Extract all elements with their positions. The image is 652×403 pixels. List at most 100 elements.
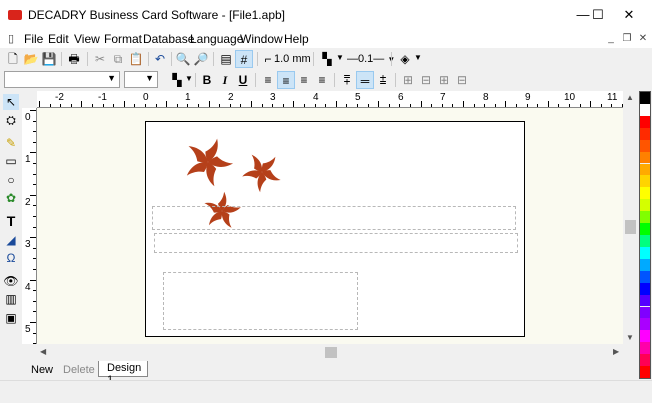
- color-swatch[interactable]: [640, 127, 650, 140]
- fill-dropdown-icon[interactable]: ▼: [414, 53, 422, 62]
- mdi-close-button[interactable]: ✕: [636, 32, 650, 46]
- valign-top-icon[interactable]: ⩱: [338, 71, 356, 89]
- zoom-out-icon[interactable]: 🔎: [192, 50, 210, 68]
- font-size-select[interactable]: ▼: [124, 71, 158, 88]
- color-swatch[interactable]: [640, 282, 650, 295]
- color-swatch[interactable]: [640, 175, 650, 188]
- color-swatch[interactable]: [640, 139, 650, 152]
- undo-icon[interactable]: ↶: [151, 50, 169, 68]
- italic-icon[interactable]: I: [216, 71, 234, 89]
- underline-icon[interactable]: U: [234, 71, 252, 89]
- menu-format[interactable]: Format: [104, 32, 142, 46]
- color-swatch[interactable]: [640, 246, 650, 259]
- color-swatch[interactable]: [640, 115, 650, 128]
- mdi-minimize-button[interactable]: _: [604, 32, 618, 46]
- flower-graphic-1[interactable]: [184, 138, 234, 187]
- open-folder-icon[interactable]: 📂: [22, 50, 40, 68]
- paste-icon[interactable]: 📋: [127, 50, 145, 68]
- align-center-icon[interactable]: ≡: [277, 71, 295, 89]
- color-swatch[interactable]: [640, 187, 650, 200]
- color-swatch[interactable]: [640, 163, 650, 176]
- menu-edit[interactable]: Edit: [48, 32, 69, 46]
- rotate-270-icon[interactable]: ⊟: [453, 71, 471, 89]
- eye-icon[interactable]: 👁: [3, 273, 19, 289]
- rectangle-icon[interactable]: ▭: [3, 153, 19, 169]
- text-frame[interactable]: [154, 233, 518, 253]
- text-frame[interactable]: [163, 272, 358, 330]
- font-family-select[interactable]: ▼: [4, 71, 120, 88]
- grid-icon[interactable]: #: [235, 50, 253, 68]
- color-swatch[interactable]: [640, 211, 650, 224]
- save-icon[interactable]: 💾: [40, 50, 58, 68]
- close-button[interactable]: ✕: [606, 0, 652, 30]
- valign-bottom-icon[interactable]: ⩲: [374, 71, 392, 89]
- menu-help[interactable]: Help: [284, 32, 309, 46]
- scroll-left-icon[interactable]: ◀: [40, 347, 46, 356]
- color-swatch[interactable]: [640, 151, 650, 164]
- bold-icon[interactable]: B: [198, 71, 216, 89]
- frame-icon[interactable]: ▣: [3, 310, 19, 326]
- delete-page-button[interactable]: Delete: [63, 363, 95, 377]
- text-frame[interactable]: [152, 206, 516, 230]
- rotate-0-icon[interactable]: ⊞: [399, 71, 417, 89]
- line-width-dropdown[interactable]: —0.1— ▼: [347, 53, 395, 65]
- text-icon[interactable]: T: [3, 213, 19, 229]
- rotate-90-icon[interactable]: ⊟: [417, 71, 435, 89]
- color-swatch[interactable]: [640, 235, 650, 247]
- valign-middle-icon[interactable]: ═: [356, 71, 374, 89]
- print-icon[interactable]: 🖶: [65, 50, 83, 68]
- color-swatch[interactable]: [640, 306, 650, 319]
- snap-grid-icon[interactable]: ⌐: [262, 50, 274, 68]
- scroll-down-icon[interactable]: ▼: [626, 333, 634, 342]
- align-justify-icon[interactable]: ≡: [313, 71, 331, 89]
- color-swatch[interactable]: [640, 270, 650, 283]
- select-arrow-icon[interactable]: ↖: [3, 94, 19, 110]
- menu-language[interactable]: Language: [190, 32, 243, 46]
- cut-icon[interactable]: ✂: [91, 50, 109, 68]
- color-swatch[interactable]: [640, 103, 650, 116]
- color-swatch[interactable]: [640, 330, 650, 343]
- menu-file[interactable]: File: [24, 32, 43, 46]
- artistic-text-icon[interactable]: ◢: [3, 232, 19, 248]
- barcode-icon[interactable]: ▥: [3, 291, 19, 307]
- zoom-in-icon[interactable]: 🔍: [174, 50, 192, 68]
- line-color-icon[interactable]: ▚: [318, 50, 336, 68]
- align-right-icon[interactable]: ≡: [295, 71, 313, 89]
- new-page-button[interactable]: New: [31, 363, 53, 377]
- text-color-dropdown-icon[interactable]: ▼: [185, 74, 193, 83]
- color-swatch[interactable]: [640, 92, 650, 104]
- color-swatch[interactable]: [640, 318, 650, 331]
- color-swatch[interactable]: [640, 223, 650, 235]
- business-card[interactable]: [145, 121, 525, 337]
- document-icon[interactable]: ▯: [4, 32, 18, 46]
- flower-graphic-2[interactable]: [238, 148, 288, 198]
- align-left-icon[interactable]: ≡: [259, 71, 277, 89]
- rotate-180-icon[interactable]: ⊞: [435, 71, 453, 89]
- color-swatch[interactable]: [640, 354, 650, 367]
- color-swatch[interactable]: [640, 258, 650, 271]
- text-color-icon[interactable]: ▚: [168, 71, 186, 89]
- page-view-icon[interactable]: ▤: [217, 50, 235, 68]
- scroll-up-icon[interactable]: ▲: [626, 93, 634, 102]
- color-swatch[interactable]: [640, 199, 650, 212]
- menu-database[interactable]: Database: [143, 32, 194, 46]
- omega-symbol-icon[interactable]: Ω: [3, 250, 19, 266]
- new-file-icon[interactable]: 🗋: [4, 50, 22, 68]
- image-icon[interactable]: ✿: [3, 190, 19, 206]
- horizontal-scrollbar[interactable]: ◀ ▶: [37, 344, 623, 361]
- menu-view[interactable]: View: [74, 32, 100, 46]
- fill-icon[interactable]: ◈: [396, 50, 414, 68]
- line-color-dropdown-icon[interactable]: ▼: [336, 53, 344, 62]
- design-canvas[interactable]: [37, 108, 623, 344]
- scroll-right-icon[interactable]: ▶: [613, 347, 619, 356]
- pencil-icon[interactable]: ✎: [3, 135, 19, 151]
- horizontal-scroll-thumb[interactable]: [325, 347, 337, 358]
- vertical-scrollbar[interactable]: ▲ ▼: [623, 91, 638, 344]
- ellipse-icon[interactable]: ○: [3, 172, 19, 188]
- vertical-scroll-thumb[interactable]: [625, 220, 636, 234]
- node-edit-icon[interactable]: ⛭: [3, 112, 19, 128]
- color-swatch[interactable]: [640, 366, 650, 378]
- tab-design-1[interactable]: Design 1: [98, 361, 148, 386]
- color-swatch[interactable]: [640, 294, 650, 307]
- mdi-restore-button[interactable]: ❐: [620, 32, 634, 46]
